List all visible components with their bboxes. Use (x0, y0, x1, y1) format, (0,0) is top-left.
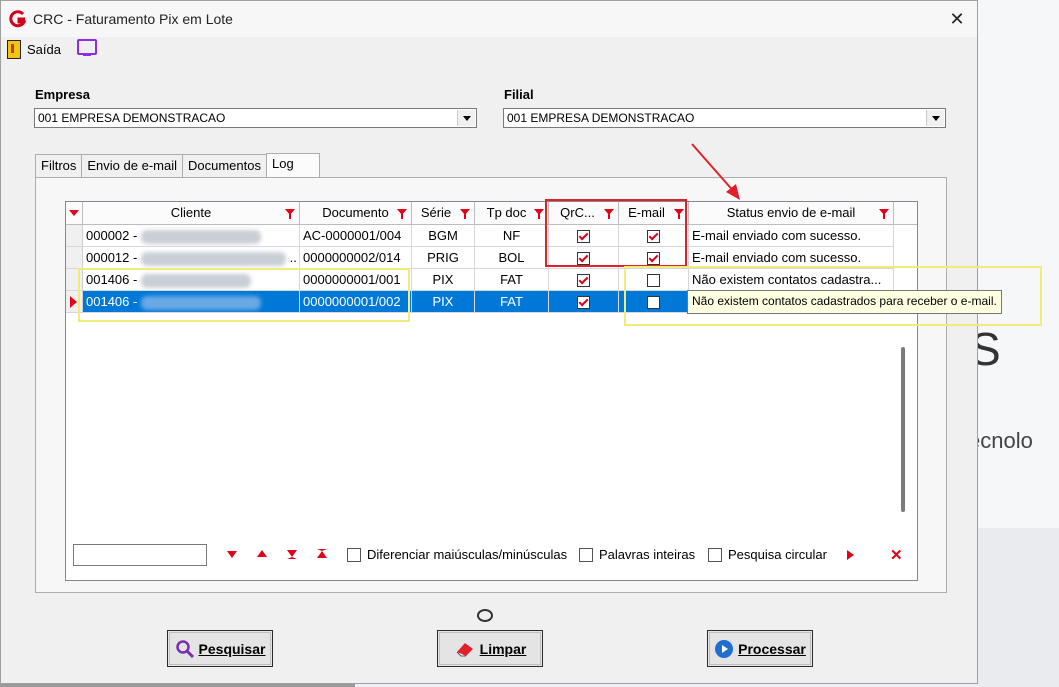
cell-status: E-mail enviado com sucesso. (689, 225, 894, 247)
cell-cliente: 000012 - .. (83, 247, 300, 269)
dialog-window: CRC - Faturamento Pix em Lote ✕ Saída Em… (0, 0, 978, 684)
qrcode-checkbox[interactable] (577, 274, 590, 288)
clear-button[interactable]: Limpar (437, 630, 543, 667)
option-circular-search[interactable]: Pesquisa circular (708, 547, 827, 562)
grid-search-input[interactable] (73, 544, 207, 566)
filter-icon[interactable] (460, 209, 470, 219)
cell-documento: AC-0000001/004 (300, 225, 412, 247)
table-row[interactable]: 000002 - AC-0000001/004 BGM NF E-mail en… (66, 225, 917, 247)
column-title: Cliente (170, 205, 212, 220)
cell-qrcode (549, 269, 619, 291)
column-header-documento[interactable]: Documento (300, 202, 412, 225)
cell-qrcode (549, 291, 619, 313)
annotation-yellow-box (78, 268, 410, 322)
process-button-label: Processar (738, 640, 806, 657)
tab-documentos[interactable]: Documentos (182, 154, 267, 177)
tab-strip: Filtros Envio de e-mail Documentos Log (35, 153, 320, 178)
cell-serie: PIX (412, 291, 475, 313)
cell-serie: BGM (412, 225, 475, 247)
cell-tpdoc: BOL (475, 247, 549, 269)
tab-envio-email[interactable]: Envio de e-mail (81, 154, 183, 177)
filter-icon[interactable] (397, 209, 407, 219)
option-label: Pesquisa circular (728, 547, 827, 562)
play-icon (715, 639, 734, 658)
next-down-icon[interactable] (227, 551, 237, 558)
column-header-tpdoc[interactable]: Tp doc (475, 202, 549, 225)
column-title: Status envio de e-mail (726, 205, 856, 220)
header-filler (894, 202, 917, 225)
search-button-label: Pesquisar (198, 640, 266, 657)
filial-select[interactable]: 001 EMPRESA DEMONSTRACAO (503, 108, 946, 128)
cell-serie: PIX (412, 269, 475, 291)
column-header-status[interactable]: Status envio de e-mail (689, 202, 894, 225)
magnifier-icon (175, 639, 194, 658)
option-label: Diferenciar maiúsculas/minúsculas (367, 547, 568, 562)
column-header-serie[interactable]: Série (412, 202, 475, 225)
process-button[interactable]: Processar (707, 630, 813, 667)
circular-search-checkbox[interactable] (708, 547, 722, 562)
truncation-dots: .. (289, 250, 297, 265)
close-button[interactable]: ✕ (941, 5, 973, 33)
status-tooltip: Não existem contatos cadastrados para re… (687, 290, 1002, 314)
header-indicator[interactable] (66, 202, 83, 225)
column-title: Série (420, 205, 452, 220)
exit-menu-item[interactable]: Saída (7, 39, 61, 59)
exit-label: Saída (27, 41, 61, 57)
cell-serie: PRIG (412, 247, 475, 269)
app-logo-icon (9, 10, 27, 28)
empresa-value: 001 EMPRESA DEMONSTRACAO (38, 111, 226, 125)
search-go-icon[interactable] (847, 550, 854, 560)
title-bar: CRC - Faturamento Pix em Lote ✕ (1, 1, 977, 37)
case-sensitive-checkbox[interactable] (347, 547, 361, 562)
empresa-select[interactable]: 001 EMPRESA DEMONSTRACAO (34, 108, 477, 128)
filial-value: 001 EMPRESA DEMONSTRACAO (507, 111, 695, 125)
column-header-cliente[interactable]: Cliente (83, 202, 300, 225)
eraser-icon (456, 642, 473, 656)
clear-search-icon[interactable]: ✕ (890, 546, 903, 564)
cell-cliente: 000002 - (83, 225, 300, 247)
annotation-arrow (691, 143, 740, 200)
window-title: CRC - Faturamento Pix em Lote (33, 11, 233, 27)
annotation-red-box (545, 199, 687, 267)
whole-words-checkbox[interactable] (579, 547, 593, 562)
option-case-sensitive[interactable]: Diferenciar maiúsculas/minúsculas (347, 547, 567, 562)
cliente-code: 000002 - (86, 228, 138, 243)
filter-icon[interactable] (879, 209, 889, 219)
monitor-icon[interactable] (77, 39, 97, 56)
filter-icon[interactable] (534, 209, 544, 219)
background-panel (977, 528, 1059, 687)
qrcode-checkbox[interactable] (577, 296, 590, 310)
cliente-code: 000012 - (86, 250, 138, 265)
filial-label: Filial (504, 87, 534, 102)
exit-door-icon (7, 39, 21, 59)
column-title: Tp doc (486, 205, 527, 220)
column-title: Documento (322, 205, 389, 220)
current-row-arrow-icon (70, 296, 77, 308)
tab-filtros[interactable]: Filtros (35, 154, 83, 177)
filter-icon[interactable] (285, 209, 295, 219)
redacted-name (140, 229, 261, 244)
first-up-icon[interactable] (317, 549, 327, 558)
option-label: Palavras inteiras (599, 547, 696, 562)
busy-indicator-icon (477, 609, 493, 622)
cell-tpdoc: NF (475, 225, 549, 247)
cell-tpdoc: FAT (475, 291, 549, 313)
tab-log[interactable]: Log (265, 153, 320, 178)
chevron-down-icon[interactable] (926, 110, 944, 126)
filter-icon (69, 210, 79, 216)
previous-up-icon[interactable] (257, 550, 267, 557)
vertical-scrollbar[interactable] (901, 347, 905, 512)
redacted-name (140, 251, 286, 266)
chevron-down-icon[interactable] (457, 110, 475, 126)
last-down-icon[interactable] (287, 550, 297, 559)
search-button[interactable]: Pesquisar (167, 630, 273, 667)
log-grid[interactable]: Cliente Documento Série Tp doc QrC... E-… (65, 201, 918, 581)
empresa-label: Empresa (35, 87, 90, 102)
row-indicator[interactable] (66, 225, 83, 247)
cell-tpdoc: FAT (475, 269, 549, 291)
clear-button-label: Limpar (479, 640, 527, 657)
cell-documento: 0000000002/014 (300, 247, 412, 269)
option-whole-words[interactable]: Palavras inteiras (579, 547, 695, 562)
row-indicator[interactable] (66, 247, 83, 269)
